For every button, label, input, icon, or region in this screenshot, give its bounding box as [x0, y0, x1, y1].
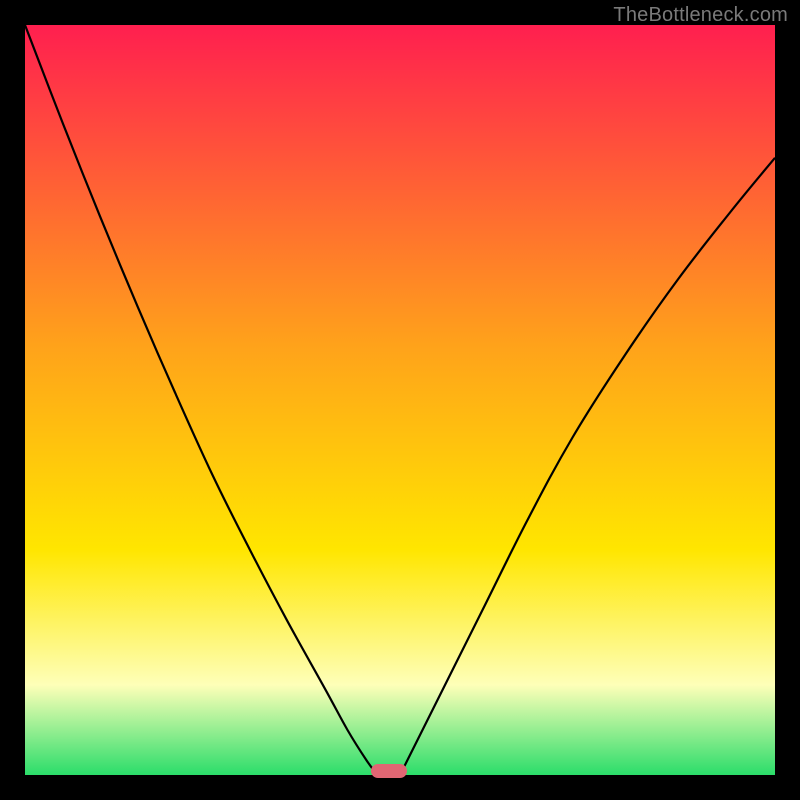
minimum-marker [371, 764, 407, 778]
bottleneck-curve [25, 25, 775, 775]
outer-frame: TheBottleneck.com [0, 0, 800, 800]
watermark-text: TheBottleneck.com [613, 4, 788, 27]
curve-left-branch [25, 25, 378, 775]
curve-right-branch [400, 158, 775, 775]
plot-area [25, 25, 775, 775]
